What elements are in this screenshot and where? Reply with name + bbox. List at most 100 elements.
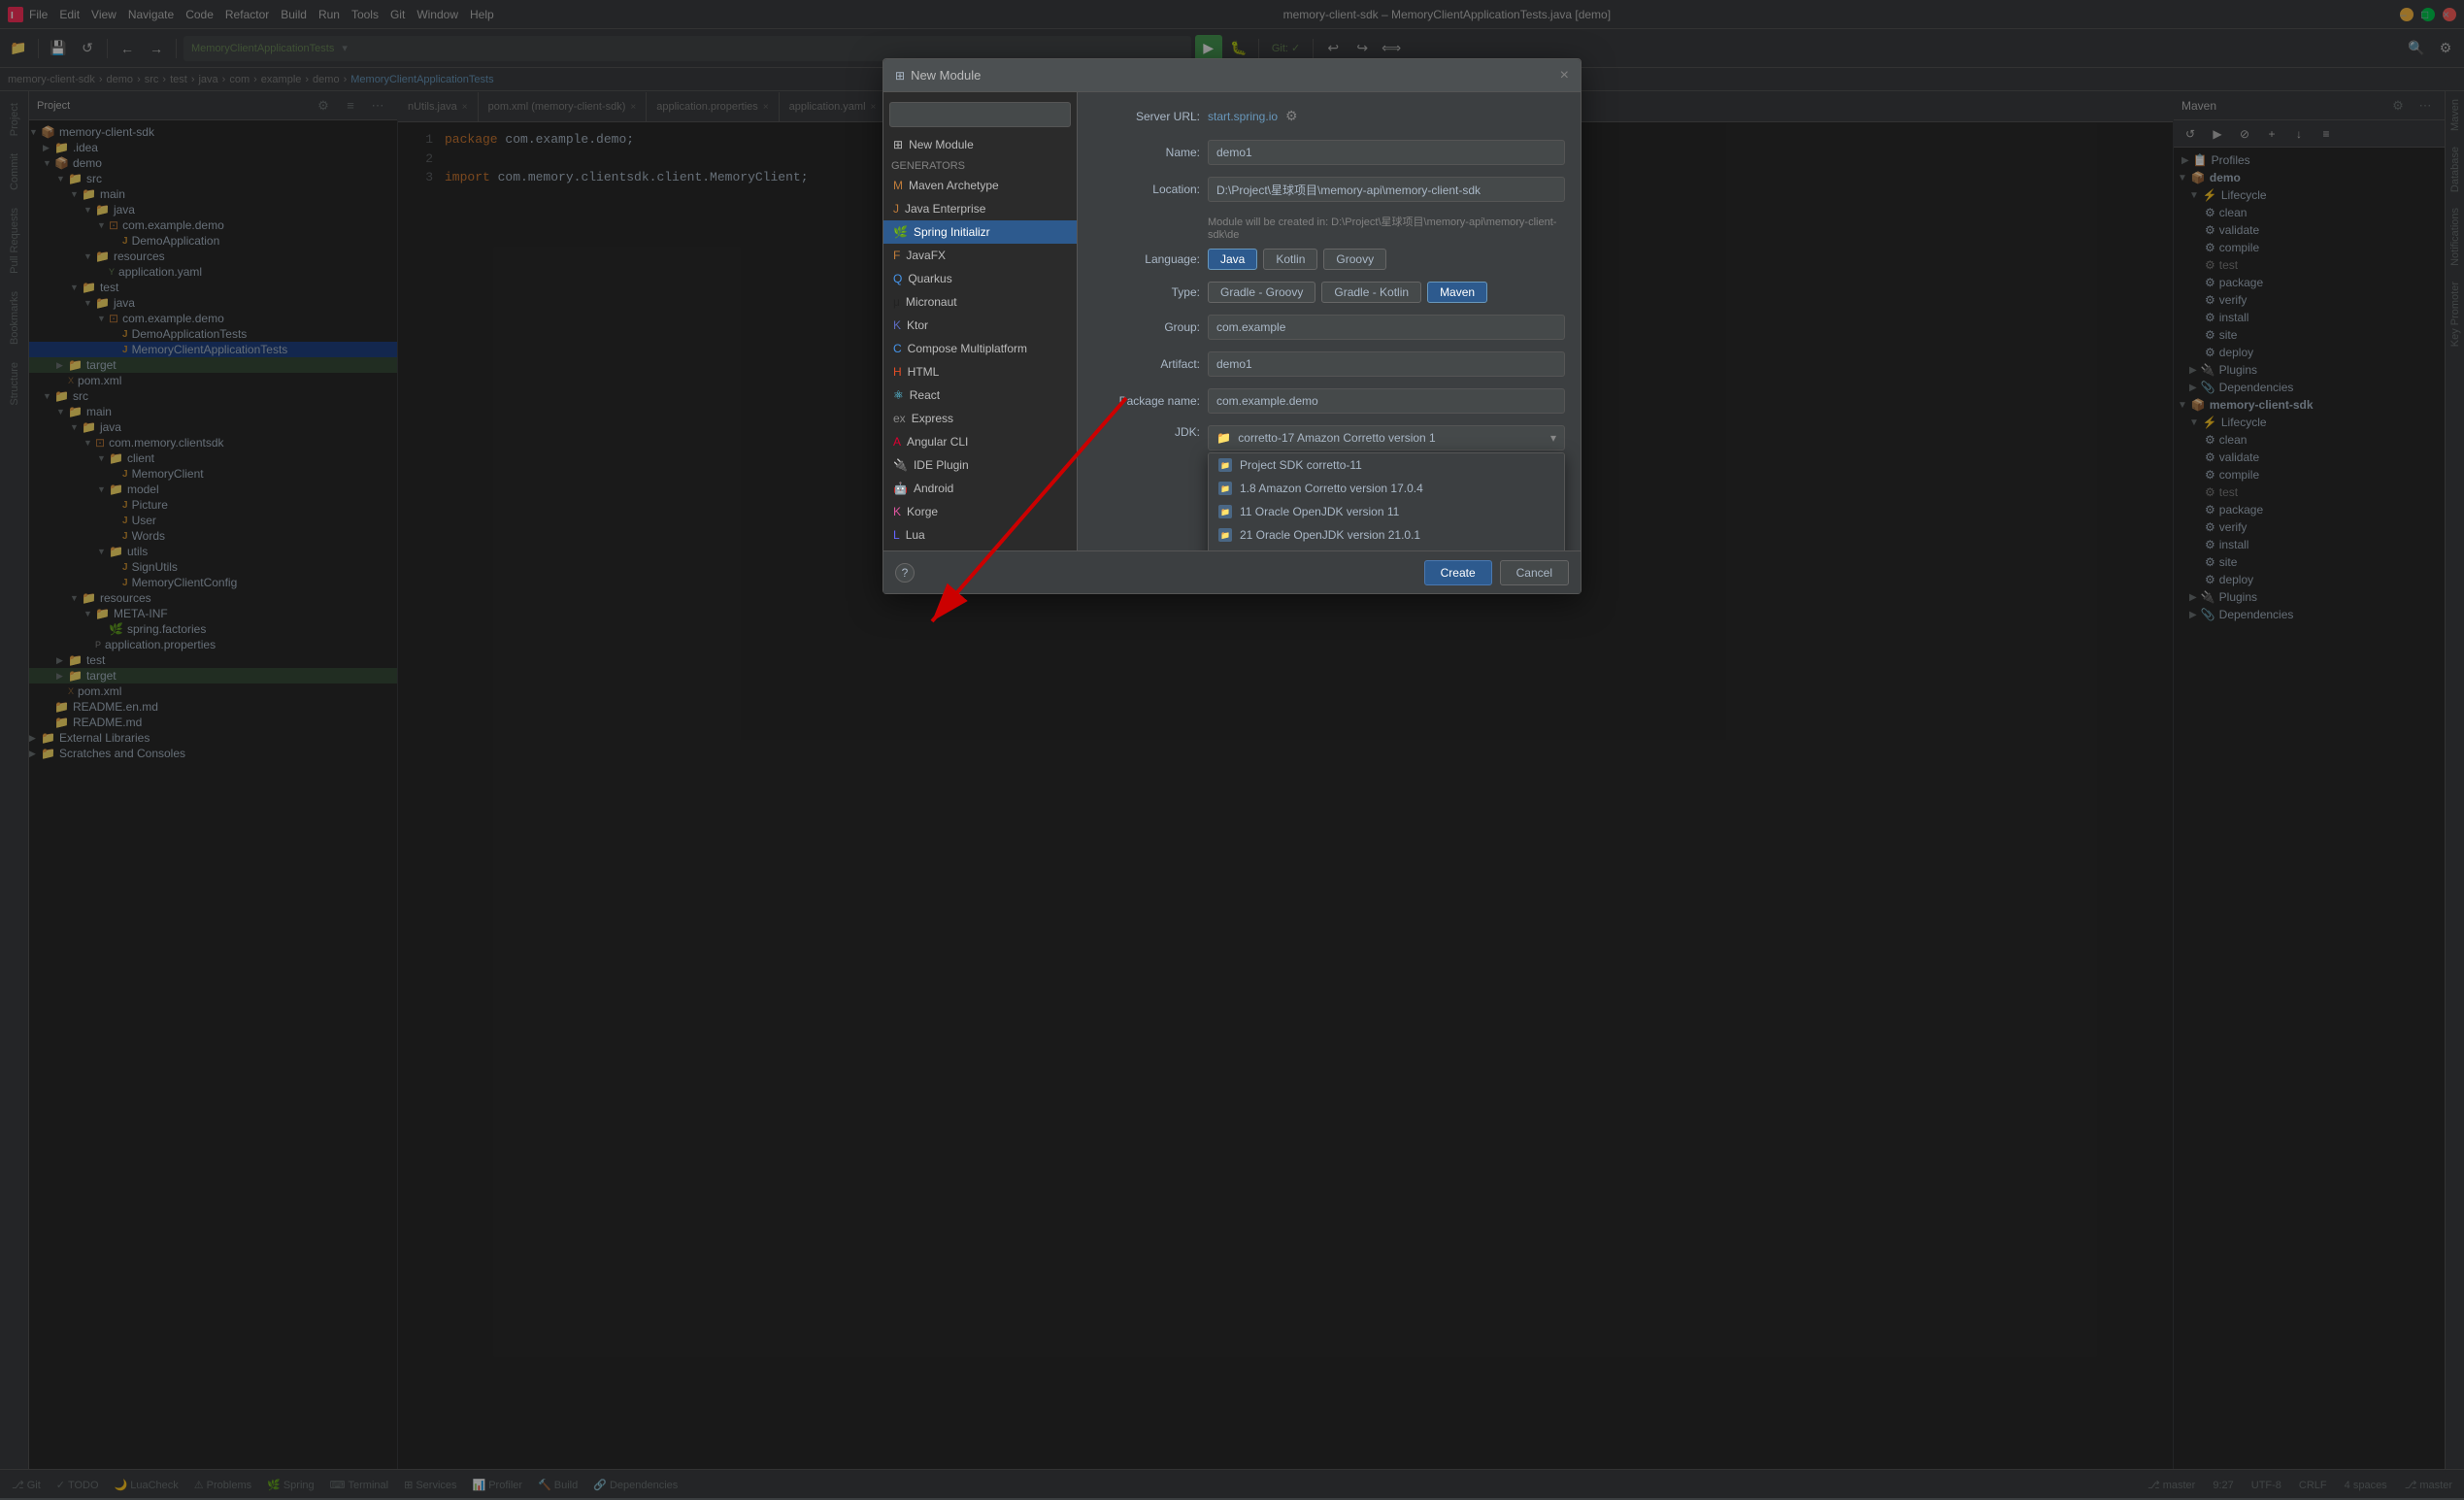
modal-form: Server URL: start.spring.io ⚙ Name: Loca… bbox=[1078, 92, 1581, 550]
jdk-option-label-0: Project SDK corretto-11 bbox=[1240, 458, 1362, 472]
jdk-icon-2: 📁 bbox=[1218, 505, 1232, 518]
javafx-icon: F bbox=[893, 249, 900, 262]
korge-label: Korge bbox=[907, 505, 938, 518]
type-maven-btn[interactable]: Maven bbox=[1427, 282, 1487, 303]
lang-java-btn[interactable]: Java bbox=[1208, 249, 1257, 270]
modal-react[interactable]: ⚛ React bbox=[883, 383, 1077, 407]
react-icon: ⚛ bbox=[893, 388, 904, 402]
java-enterprise-icon: J bbox=[893, 202, 899, 216]
type-gradle-groovy-btn[interactable]: Gradle - Groovy bbox=[1208, 282, 1315, 303]
html-label: HTML bbox=[908, 365, 940, 379]
modal-lua[interactable]: L Lua bbox=[883, 523, 1077, 547]
jdk-option-label-1: 1.8 Amazon Corretto version 17.0.4 bbox=[1240, 482, 1423, 495]
jdk-option-1[interactable]: 📁 1.8 Amazon Corretto version 17.0.4 bbox=[1209, 477, 1564, 500]
package-name-input[interactable] bbox=[1208, 388, 1565, 414]
modal-micronaut[interactable]: μ Micronaut bbox=[883, 290, 1077, 314]
jdk-label: JDK: bbox=[1093, 425, 1200, 439]
modal-titlebar: ⊞ New Module × bbox=[883, 59, 1581, 92]
jdk-icon-0: 📁 bbox=[1218, 458, 1232, 472]
modal-angular[interactable]: A Angular CLI bbox=[883, 430, 1077, 453]
artifact-row: Artifact: bbox=[1093, 351, 1565, 377]
modal-help-btn[interactable]: ? bbox=[895, 563, 915, 583]
type-options: Gradle - Groovy Gradle - Kotlin Maven bbox=[1208, 282, 1487, 303]
modal-search-input[interactable] bbox=[889, 102, 1071, 127]
jdk-option-2[interactable]: 📁 11 Oracle OpenJDK version 11 bbox=[1209, 500, 1564, 523]
type-gradle-kotlin-btn[interactable]: Gradle - Kotlin bbox=[1321, 282, 1421, 303]
lua-icon: L bbox=[893, 528, 900, 542]
modal-body: ⊞ New Module Generators M Maven Archetyp… bbox=[883, 92, 1581, 550]
html-icon: H bbox=[893, 365, 902, 379]
language-label: Language: bbox=[1093, 252, 1200, 266]
type-label: Type: bbox=[1093, 285, 1200, 299]
location-input[interactable] bbox=[1208, 177, 1565, 202]
jdk-option-3[interactable]: 📁 21 Oracle OpenJDK version 21.0.1 bbox=[1209, 523, 1564, 547]
artifact-label: Artifact: bbox=[1093, 357, 1200, 371]
jdk-option-0[interactable]: 📁 Project SDK corretto-11 bbox=[1209, 453, 1564, 477]
modal-korge[interactable]: K Korge bbox=[883, 500, 1077, 523]
modal-maven-archetype[interactable]: M Maven Archetype bbox=[883, 174, 1077, 197]
server-url-label: Server URL: bbox=[1093, 110, 1200, 123]
spring-init-label: Spring Initializr bbox=[914, 225, 990, 239]
package-name-row: Package name: bbox=[1093, 388, 1565, 414]
express-label: Express bbox=[912, 412, 953, 425]
modal-compose[interactable]: C Compose Multiplatform bbox=[883, 337, 1077, 360]
modal-title: New Module bbox=[911, 68, 1560, 83]
java-enterprise-label: Java Enterprise bbox=[905, 202, 985, 216]
location-hint: Module will be created in: D:\Project\星球… bbox=[1208, 214, 1565, 241]
maven-archetype-icon: M bbox=[893, 179, 903, 192]
ide-plugin-icon: 🔌 bbox=[893, 458, 908, 472]
modal-quarkus[interactable]: Q Quarkus bbox=[883, 267, 1077, 290]
jdk-row: JDK: 📁 corretto-17 Amazon Corretto versi… bbox=[1093, 425, 1565, 450]
jdk-option-4[interactable]: 📁 corretto-1.8 java version "1.8.0_352" bbox=[1209, 547, 1564, 550]
micronaut-label: Micronaut bbox=[906, 295, 957, 309]
jdk-option-label-2: 11 Oracle OpenJDK version 11 bbox=[1240, 505, 1399, 518]
jdk-dropdown-list: 📁 Project SDK corretto-11 📁 1.8 Amazon C… bbox=[1208, 452, 1565, 550]
modal-close-button[interactable]: × bbox=[1560, 67, 1569, 84]
group-input[interactable] bbox=[1208, 315, 1565, 340]
micronaut-icon: μ bbox=[893, 295, 900, 309]
ktor-icon: K bbox=[893, 318, 901, 332]
react-label: React bbox=[910, 388, 940, 402]
jdk-icon-3: 📁 bbox=[1218, 528, 1232, 542]
jdk-option-label-3: 21 Oracle OpenJDK version 21.0.1 bbox=[1240, 528, 1420, 542]
lang-kotlin-btn[interactable]: Kotlin bbox=[1263, 249, 1317, 270]
android-icon: 🤖 bbox=[893, 482, 908, 495]
android-label: Android bbox=[914, 482, 953, 495]
jdk-folder-icon: 📁 bbox=[1216, 431, 1231, 445]
modal-javafx[interactable]: F JavaFX bbox=[883, 244, 1077, 267]
javafx-label: JavaFX bbox=[906, 249, 946, 262]
quarkus-icon: Q bbox=[893, 272, 902, 285]
modal-create-btn[interactable]: Create bbox=[1424, 560, 1492, 585]
modal-ktor[interactable]: K Ktor bbox=[883, 314, 1077, 337]
lua-label: Lua bbox=[906, 528, 925, 542]
korge-icon: K bbox=[893, 505, 901, 518]
artifact-input[interactable] bbox=[1208, 351, 1565, 377]
new-module-label: New Module bbox=[909, 138, 974, 151]
jdk-select-btn[interactable]: 📁 corretto-17 Amazon Corretto version 1 … bbox=[1208, 425, 1565, 450]
type-row: Type: Gradle - Groovy Gradle - Kotlin Ma… bbox=[1093, 282, 1565, 303]
server-settings-btn[interactable]: ⚙ bbox=[1285, 108, 1298, 124]
location-label: Location: bbox=[1093, 183, 1200, 196]
modal-html[interactable]: H HTML bbox=[883, 360, 1077, 383]
modal-ide-plugin[interactable]: 🔌 IDE Plugin bbox=[883, 453, 1077, 477]
modal-cancel-btn[interactable]: Cancel bbox=[1500, 560, 1569, 585]
group-row: Group: bbox=[1093, 315, 1565, 340]
ide-plugin-label: IDE Plugin bbox=[914, 458, 969, 472]
server-url-link[interactable]: start.spring.io bbox=[1208, 110, 1278, 123]
jdk-dropdown-arrow: ▾ bbox=[1550, 431, 1556, 445]
new-module-dialog: ⊞ New Module × ⊞ New Module Generators M… bbox=[882, 58, 1582, 594]
modal-footer: ? Create Cancel bbox=[883, 550, 1581, 593]
ktor-label: Ktor bbox=[907, 318, 928, 332]
lang-groovy-btn[interactable]: Groovy bbox=[1323, 249, 1386, 270]
express-icon: ex bbox=[893, 412, 906, 425]
name-row: Name: bbox=[1093, 140, 1565, 165]
modal-new-module-btn[interactable]: ⊞ New Module bbox=[883, 133, 1077, 156]
modal-express[interactable]: ex Express bbox=[883, 407, 1077, 430]
jdk-selector: 📁 corretto-17 Amazon Corretto version 1 … bbox=[1208, 425, 1565, 450]
modal-spring-initializr[interactable]: 🌿 Spring Initializr bbox=[883, 220, 1077, 244]
language-options: Java Kotlin Groovy bbox=[1208, 249, 1386, 270]
package-name-label: Package name: bbox=[1093, 394, 1200, 408]
modal-java-enterprise[interactable]: J Java Enterprise bbox=[883, 197, 1077, 220]
modal-android[interactable]: 🤖 Android bbox=[883, 477, 1077, 500]
name-input[interactable] bbox=[1208, 140, 1565, 165]
